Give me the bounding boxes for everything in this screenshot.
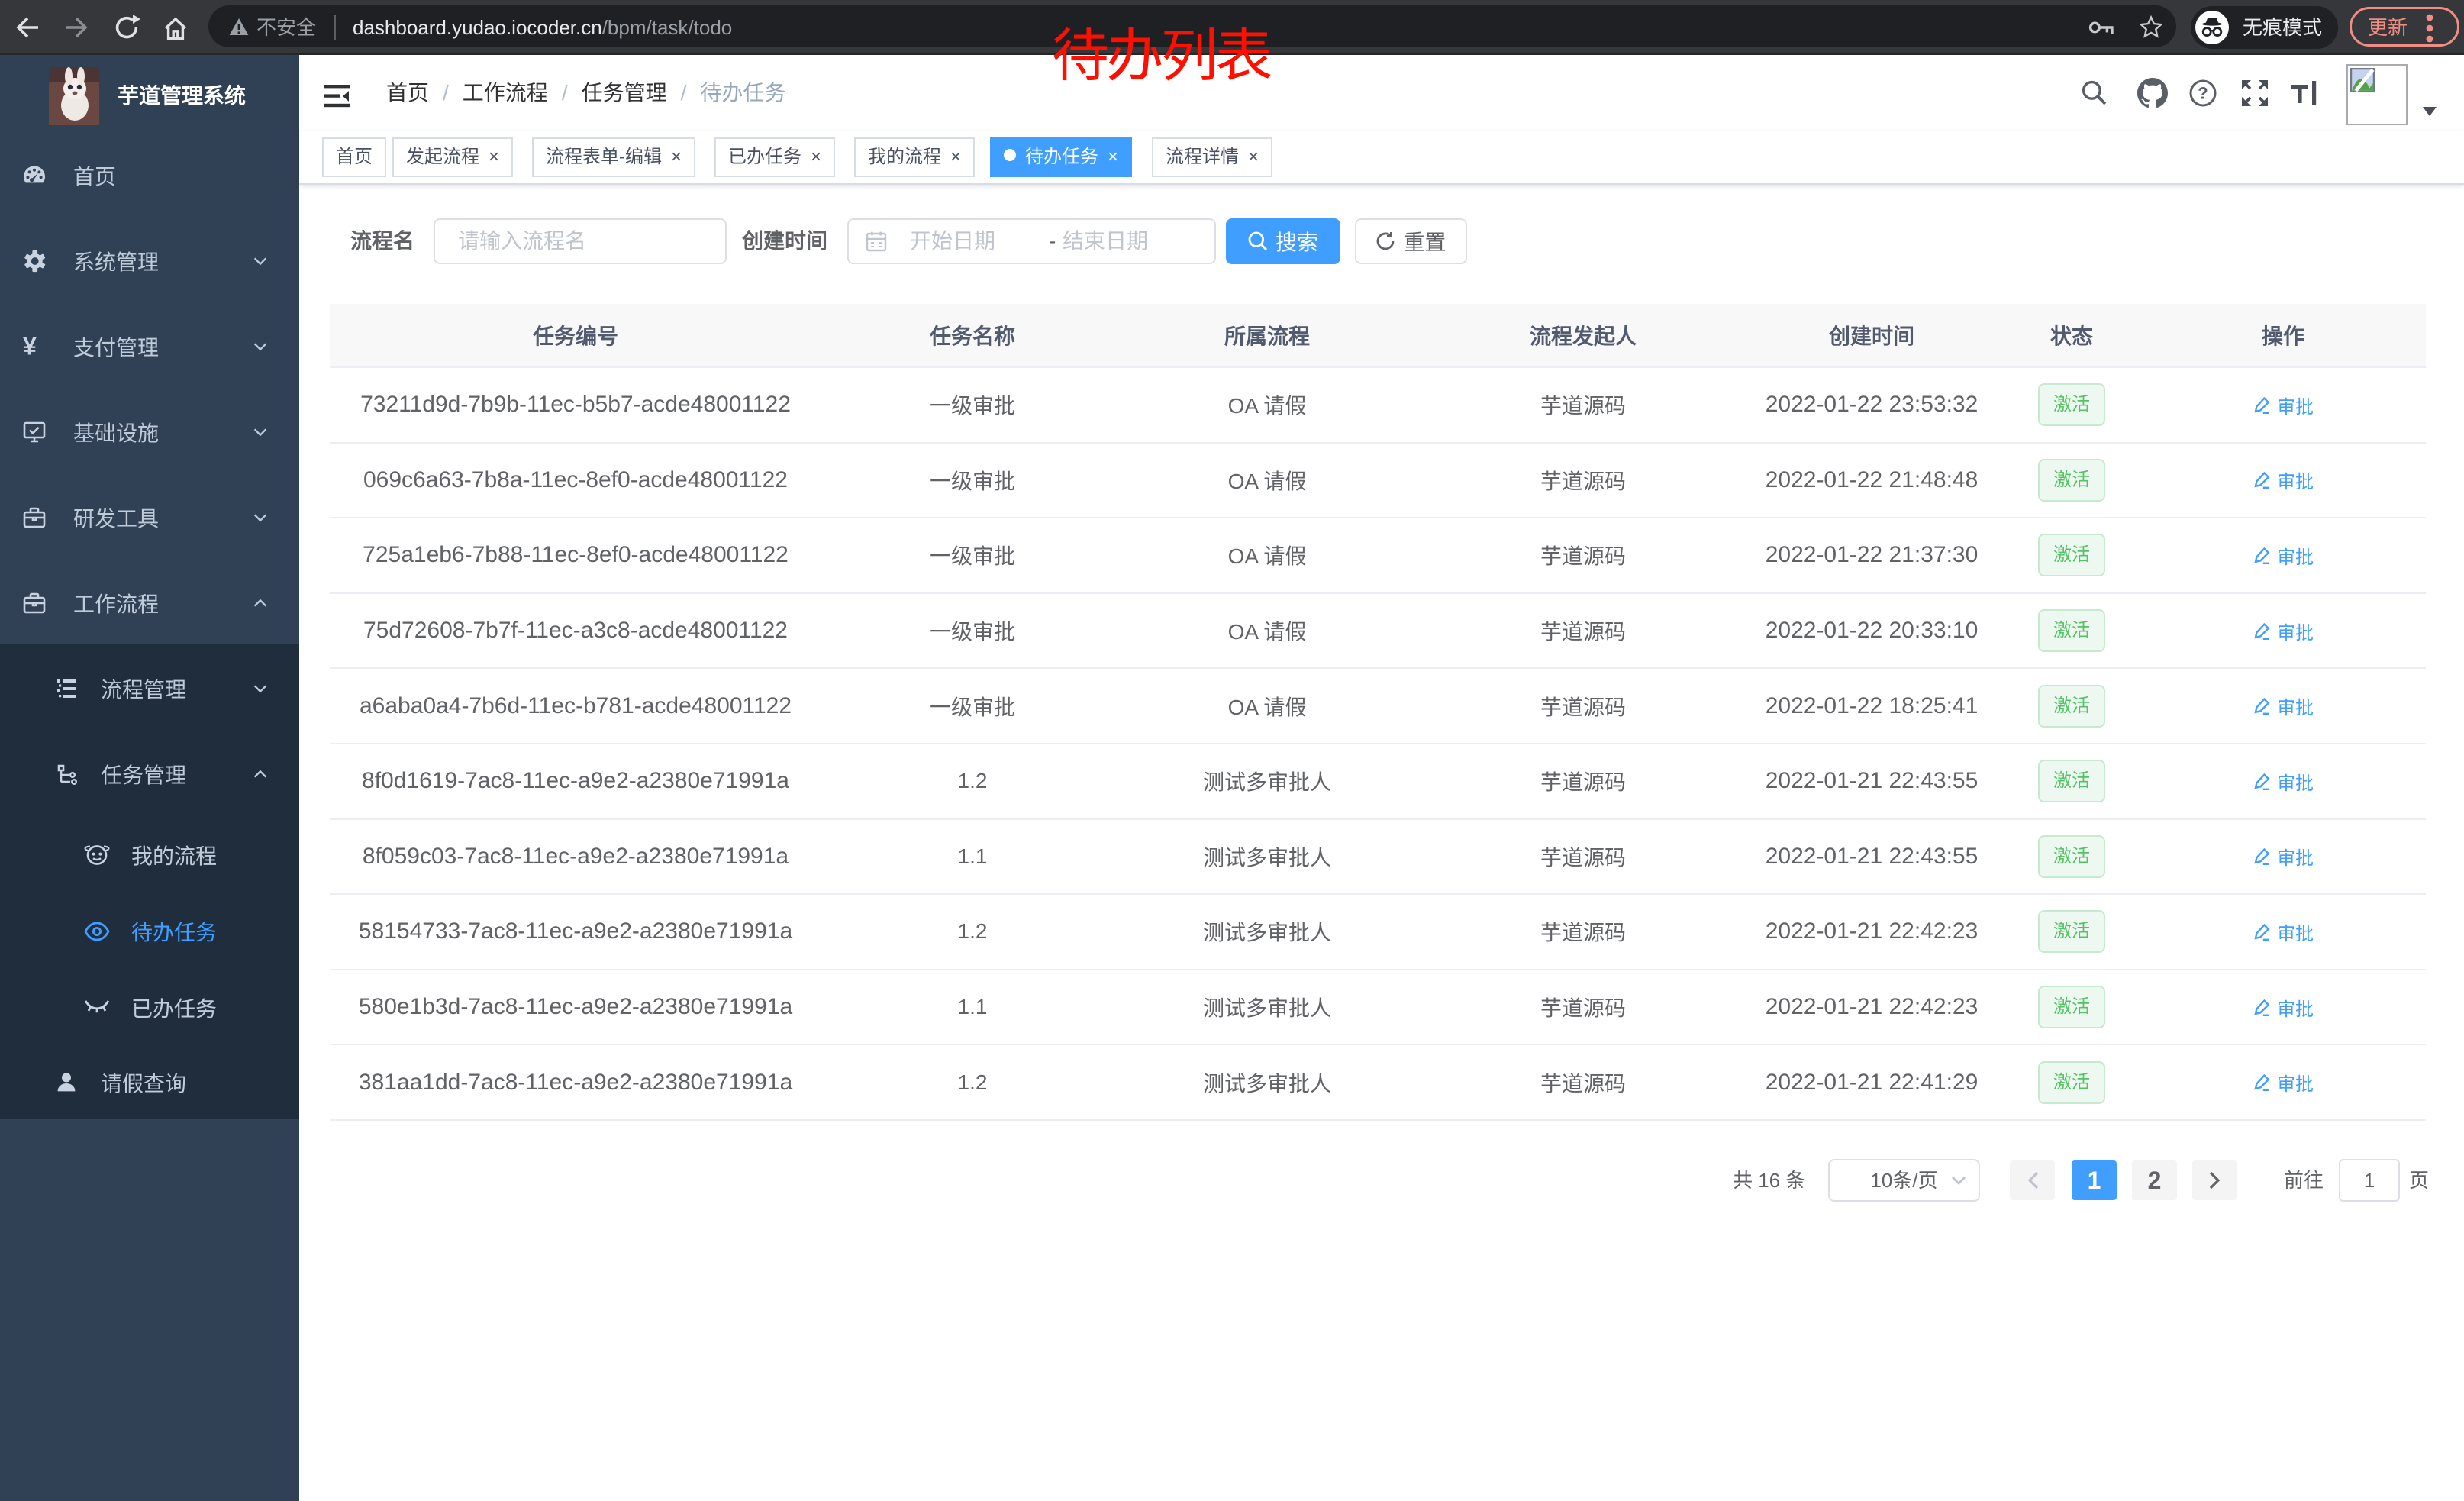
svg-text:?: ? — [2198, 84, 2208, 103]
